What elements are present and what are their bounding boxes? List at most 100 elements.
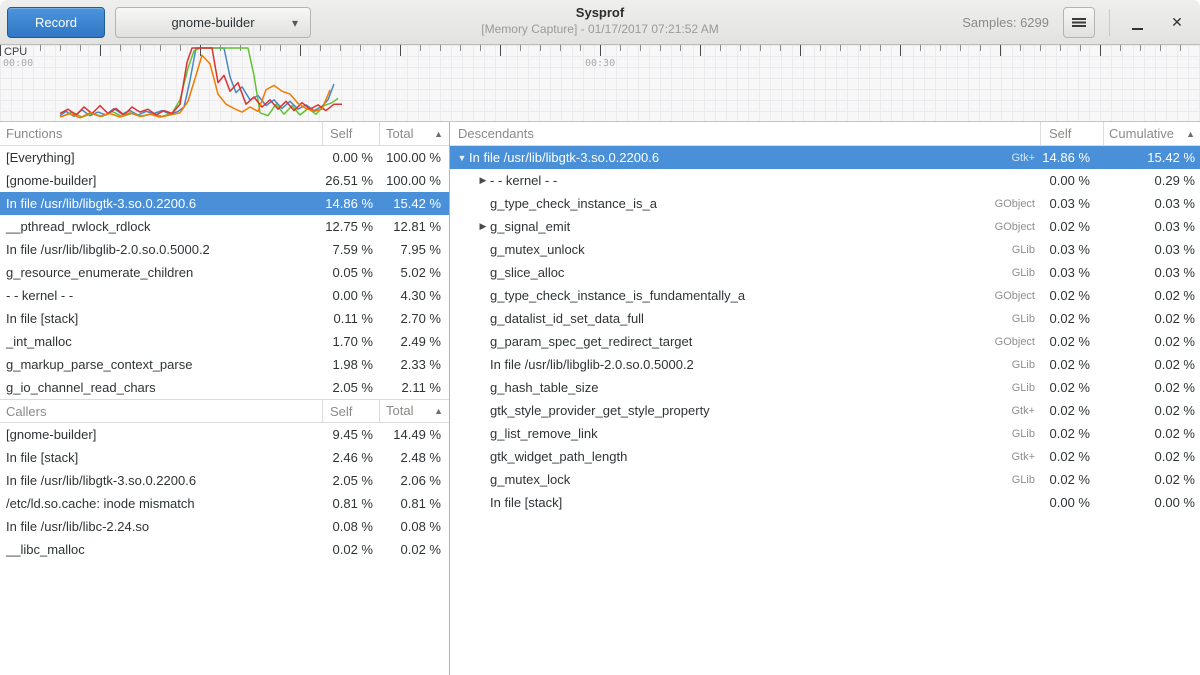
table-row[interactable]: In file [stack]0.11 %2.70 %	[0, 307, 449, 330]
tree-row[interactable]: gtk_widget_path_lengthGtk+0.02 %0.02 %	[450, 445, 1200, 468]
total-percent: 100.00 %	[379, 150, 449, 165]
self-column-header[interactable]: Self	[322, 122, 379, 145]
total-percent: 4.30 %	[379, 288, 449, 303]
self-column-header[interactable]: Self	[322, 400, 379, 422]
self-percent: 0.02 %	[1040, 449, 1103, 464]
self-percent: 0.00 %	[322, 150, 379, 165]
process-selector-label: gnome-builder	[171, 15, 254, 30]
tree-row[interactable]: g_param_spec_get_redirect_targetGObject0…	[450, 330, 1200, 353]
cumulative-percent: 0.02 %	[1103, 403, 1200, 418]
table-row[interactable]: In file [stack]2.46 %2.48 %	[0, 446, 449, 469]
table-row[interactable]: In file /usr/lib/libgtk-3.so.0.2200.614.…	[0, 192, 449, 215]
functions-column-header[interactable]: Functions	[0, 126, 322, 141]
tree-row-name-cell: g_param_spec_get_redirect_targetGObject	[450, 334, 1040, 349]
table-row[interactable]: In file /usr/lib/libgtk-3.so.0.2200.62.0…	[0, 469, 449, 492]
table-row[interactable]: In file /usr/lib/libc-2.24.so0.08 %0.08 …	[0, 515, 449, 538]
tree-row-name-cell: In file /usr/lib/libglib-2.0.so.0.5000.2…	[450, 357, 1040, 372]
table-row[interactable]: [gnome-builder]9.45 %14.49 %	[0, 423, 449, 446]
self-percent: 0.02 %	[1040, 311, 1103, 326]
table-row[interactable]: __pthread_rwlock_rdlock12.75 %12.81 %	[0, 215, 449, 238]
menu-button[interactable]	[1063, 7, 1095, 38]
cumulative-percent: 0.02 %	[1103, 357, 1200, 372]
table-row[interactable]: g_io_channel_read_chars2.05 %2.11 %	[0, 376, 449, 399]
functions-table-header: Functions Self Total ▲	[0, 122, 449, 146]
tree-row[interactable]: ▼In file /usr/lib/libgtk-3.so.0.2200.6Gt…	[450, 146, 1200, 169]
tree-row[interactable]: In file [stack]0.00 %0.00 %	[450, 491, 1200, 514]
table-row[interactable]: In file /usr/lib/libglib-2.0.so.0.5000.2…	[0, 238, 449, 261]
self-percent: 0.02 %	[1040, 288, 1103, 303]
tree-row[interactable]: g_hash_table_sizeGLib0.02 %0.02 %	[450, 376, 1200, 399]
close-button[interactable]: ✕	[1164, 10, 1190, 36]
tree-row[interactable]: ▶g_signal_emitGObject0.02 %0.03 %	[450, 215, 1200, 238]
total-percent: 2.33 %	[379, 357, 449, 372]
self-percent: 0.00 %	[1040, 173, 1103, 188]
tree-row[interactable]: In file /usr/lib/libglib-2.0.so.0.5000.2…	[450, 353, 1200, 376]
minimize-icon	[1132, 28, 1143, 30]
cpu-graph-label: CPU	[4, 46, 27, 58]
total-column-header[interactable]: Total ▲	[379, 400, 449, 422]
tree-row[interactable]: g_type_check_instance_is_fundamentally_a…	[450, 284, 1200, 307]
cumulative-column-header[interactable]: Cumulative ▲	[1103, 122, 1200, 145]
library-badge: GObject	[995, 290, 1040, 302]
function-name: In file /usr/lib/libgtk-3.so.0.2200.6	[0, 196, 322, 211]
tree-row[interactable]: g_datalist_id_set_data_fullGLib0.02 %0.0…	[450, 307, 1200, 330]
library-badge: Gtk+	[1011, 152, 1040, 164]
tree-row[interactable]: ▶- - kernel - -0.00 %0.29 %	[450, 169, 1200, 192]
cumulative-percent: 0.03 %	[1103, 219, 1200, 234]
self-percent: 0.03 %	[1040, 196, 1103, 211]
function-name: g_type_check_instance_is_a	[490, 196, 657, 211]
total-column-header[interactable]: Total ▲	[379, 122, 449, 145]
record-button[interactable]: Record	[7, 7, 105, 38]
total-percent: 0.02 %	[379, 542, 449, 557]
self-percent: 0.81 %	[322, 496, 379, 511]
function-name: In file /usr/lib/libglib-2.0.so.0.5000.2	[490, 357, 694, 372]
collapse-arrow-icon[interactable]: ▼	[455, 153, 469, 163]
tree-row[interactable]: g_slice_allocGLib0.03 %0.03 %	[450, 261, 1200, 284]
titlebar: Record gnome-builder ▾ Sysprof [Memory C…	[0, 0, 1200, 45]
total-percent: 2.06 %	[379, 473, 449, 488]
tree-row[interactable]: g_type_check_instance_is_aGObject0.03 %0…	[450, 192, 1200, 215]
table-row[interactable]: __libc_malloc0.02 %0.02 %	[0, 538, 449, 561]
function-name: g_datalist_id_set_data_full	[490, 311, 644, 326]
expand-arrow-icon[interactable]: ▶	[476, 221, 490, 232]
function-name: In file [stack]	[490, 495, 562, 510]
cpu-usage-line-cpu-green	[62, 48, 338, 117]
tree-row[interactable]: gtk_style_provider_get_style_propertyGtk…	[450, 399, 1200, 422]
self-percent: 2.05 %	[322, 473, 379, 488]
table-row[interactable]: /etc/ld.so.cache: inode mismatch0.81 %0.…	[0, 492, 449, 515]
tree-row-name-cell: g_mutex_lockGLib	[450, 472, 1040, 487]
tree-row-name-cell: g_type_check_instance_is_fundamentally_a…	[450, 288, 1040, 303]
table-row[interactable]: g_markup_parse_context_parse1.98 %2.33 %	[0, 353, 449, 376]
expand-arrow-icon[interactable]: ▶	[476, 175, 490, 186]
table-row[interactable]: [gnome-builder]26.51 %100.00 %	[0, 169, 449, 192]
function-name: In file [stack]	[0, 450, 322, 465]
table-row[interactable]: g_resource_enumerate_children0.05 %5.02 …	[0, 261, 449, 284]
table-row[interactable]: - - kernel - -0.00 %4.30 %	[0, 284, 449, 307]
self-percent: 2.46 %	[322, 450, 379, 465]
tree-row[interactable]: g_list_remove_linkGLib0.02 %0.02 %	[450, 422, 1200, 445]
self-percent: 12.75 %	[322, 219, 379, 234]
self-percent: 0.05 %	[322, 265, 379, 280]
cpu-timeline-graph[interactable]: CPU 00:00 00:30	[0, 45, 1200, 122]
function-name: g_slice_alloc	[490, 265, 564, 280]
process-selector-dropdown[interactable]: gnome-builder ▾	[115, 7, 311, 38]
library-badge: GLib	[1012, 267, 1040, 279]
self-percent: 0.02 %	[1040, 357, 1103, 372]
tree-row[interactable]: g_mutex_unlockGLib0.03 %0.03 %	[450, 238, 1200, 261]
self-percent: 0.11 %	[322, 311, 379, 326]
self-percent: 0.02 %	[1040, 219, 1103, 234]
table-row[interactable]: [Everything]0.00 %100.00 %	[0, 146, 449, 169]
table-row[interactable]: _int_malloc1.70 %2.49 %	[0, 330, 449, 353]
titlebar-separator	[1109, 9, 1110, 36]
descendants-column-header[interactable]: Descendants	[450, 126, 1040, 141]
minimize-button[interactable]	[1124, 10, 1150, 36]
self-percent: 0.02 %	[1040, 380, 1103, 395]
callers-column-header[interactable]: Callers	[0, 404, 322, 419]
tree-row[interactable]: g_mutex_lockGLib0.02 %0.02 %	[450, 468, 1200, 491]
self-column-header[interactable]: Self	[1040, 122, 1103, 145]
self-percent: 9.45 %	[322, 427, 379, 442]
self-percent: 2.05 %	[322, 380, 379, 395]
cumulative-percent: 15.42 %	[1103, 150, 1200, 165]
self-percent: 1.98 %	[322, 357, 379, 372]
library-badge: GObject	[995, 221, 1040, 233]
